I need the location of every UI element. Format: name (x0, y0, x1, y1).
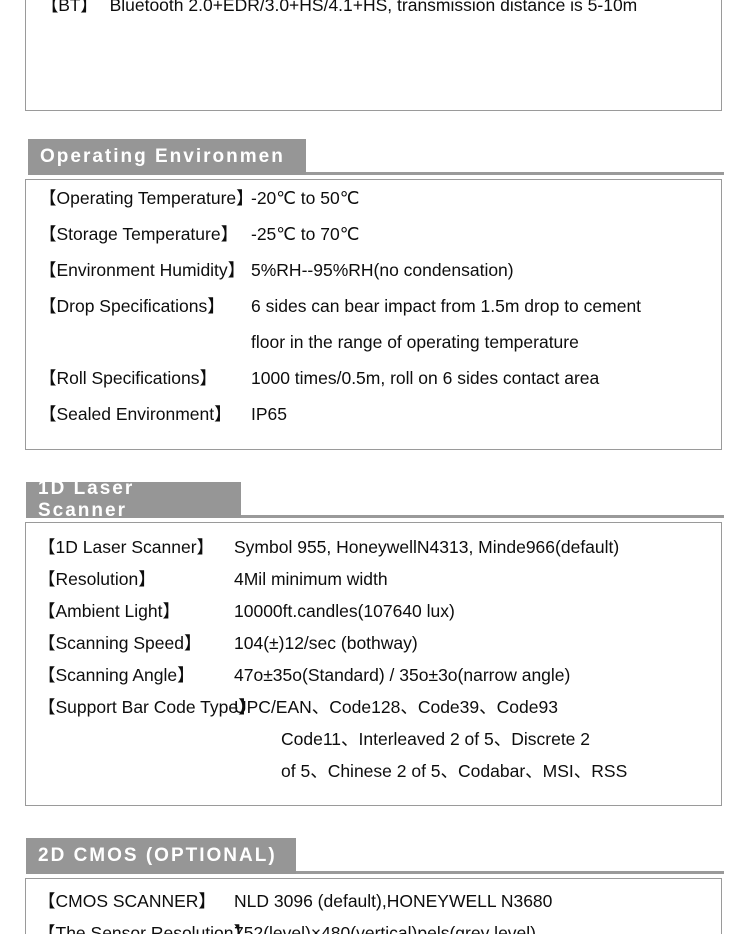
spec-row: 【Scanning Angle】 47o±35o(Standard) / 35o… (26, 659, 721, 691)
spec-row: 【Roll Specifications】 1000 times/0.5m, r… (26, 360, 721, 396)
2d-cmos-spec-box: 【CMOS SCANNER】 NLD 3096 (default),HONEYW… (25, 878, 722, 934)
spec-label: 【CMOS SCANNER】 (38, 891, 216, 911)
specification-page: 1800MHZ,Uplink:1710MHZ-1785MHZ; Downlink… (0, 0, 750, 934)
spec-value: 5%RH--95%RH(no condensation) (251, 260, 514, 280)
spec-row: 【Scanning Speed】 104(±)12/sec (bothway) (26, 627, 721, 659)
spec-value: -20℃ to 50℃ (251, 188, 360, 208)
spec-label: 【Sealed Environment】 (39, 404, 232, 424)
spec-row: 【Sealed Environment】 IP65 (26, 396, 721, 432)
spec-value: 6 sides can bear impact from 1.5m drop t… (251, 296, 642, 316)
spec-label: 【Support Bar Code Type】 (38, 697, 256, 717)
section-header-1d-laser-scanner: 1D Laser Scanner (26, 478, 724, 521)
spec-value: 47o±35o(Standard) / 35o±3o(narrow angle) (234, 665, 571, 685)
spec-row: 【Storage Temperature】 -25℃ to 70℃ (26, 216, 721, 252)
spec-value: 752(level)×480(vertical)pels(grey level) (234, 923, 537, 934)
spec-label: 【Drop Specifications】 (39, 296, 225, 316)
spec-value: NLD 3096 (default),HONEYWELL N3680 (234, 891, 553, 911)
spec-label: 【Roll Specifications】 (39, 368, 217, 388)
spec-value-continuation: of 5、Chinese 2 of 5、Codabar、MSI、RSS (281, 761, 628, 781)
spec-row: 【The Sensor Resolution】 752(level)×480(v… (26, 917, 721, 934)
spec-label: 【The Sensor Resolution】 (38, 923, 252, 934)
spec-label: 【Storage Temperature】 (39, 224, 239, 244)
spec-row: 【Support Bar Code Type】 UPC/EAN、Code128、… (26, 691, 721, 723)
spec-row: 【Environment Humidity】 5%RH--95%RH(no co… (26, 252, 721, 288)
spec-label: 【Ambient Light】 (38, 601, 181, 621)
spec-value: IP65 (251, 404, 287, 424)
spec-row: 【Resolution】 4Mil minimum width (26, 563, 721, 595)
spec-label: 【1D Laser Scanner】 (38, 537, 215, 557)
1d-laser-scanner-spec-box: 【1D Laser Scanner】 Symbol 955, Honeywell… (25, 522, 722, 806)
section-title-tab: 1D Laser Scanner (26, 478, 241, 521)
spec-row: 【1D Laser Scanner】 Symbol 955, Honeywell… (26, 531, 721, 563)
spec-label: 【Environment Humidity】 (39, 260, 246, 280)
spec-label: 【Scanning Speed】 (38, 633, 202, 653)
bluetooth-row: 【BT】 Bluetooth 2.0+EDR/3.0+HS/4.1+HS, tr… (26, 0, 721, 23)
bluetooth-value: Bluetooth 2.0+EDR/3.0+HS/4.1+HS, transmi… (109, 0, 638, 15)
spec-row: 【Ambient Light】 10000ft.candles(107640 l… (26, 595, 721, 627)
spec-value: -25℃ to 70℃ (251, 224, 360, 244)
spec-value: 4Mil minimum width (234, 569, 388, 589)
bluetooth-label: 【BT】 (41, 0, 98, 15)
spec-value: 104(±)12/sec (bothway) (234, 633, 418, 653)
radio-frequency-spec-box: 1800MHZ,Uplink:1710MHZ-1785MHZ; Downlink… (25, 0, 722, 111)
operating-environment-spec-box: 【Operating Temperature】 -20℃ to 50℃ 【Sto… (25, 179, 722, 450)
section-header-operating-environment: Operating Environmen (28, 139, 724, 175)
spec-row: 【Drop Specifications】 6 sides can bear i… (26, 288, 721, 324)
spec-label: 【Scanning Angle】 (38, 665, 195, 685)
section-title-tab: Operating Environmen (28, 139, 306, 175)
spec-label: 【Resolution】 (38, 569, 156, 589)
spec-value: 1000 times/0.5m, roll on 6 sides contact… (251, 368, 600, 388)
spec-label: 【Operating Temperature】 (39, 188, 254, 208)
section-header-2d-cmos-optional: 2D CMOS (OPTIONAL) (26, 838, 724, 874)
spec-value: 10000ft.candles(107640 lux) (234, 601, 455, 621)
spec-row: 【Operating Temperature】 -20℃ to 50℃ (26, 180, 721, 216)
spec-value: UPC/EAN、Code128、Code39、Code93 (234, 697, 558, 717)
section-title-tab: 2D CMOS (OPTIONAL) (26, 838, 296, 874)
spec-row: 【CMOS SCANNER】 NLD 3096 (default),HONEYW… (26, 885, 721, 917)
spec-value-continuation: Code11、Interleaved 2 of 5、Discrete 2 (281, 729, 591, 749)
spec-value: Symbol 955, HoneywellN4313, Minde966(def… (234, 537, 620, 557)
spec-value-continuation: floor in the range of operating temperat… (251, 332, 579, 352)
